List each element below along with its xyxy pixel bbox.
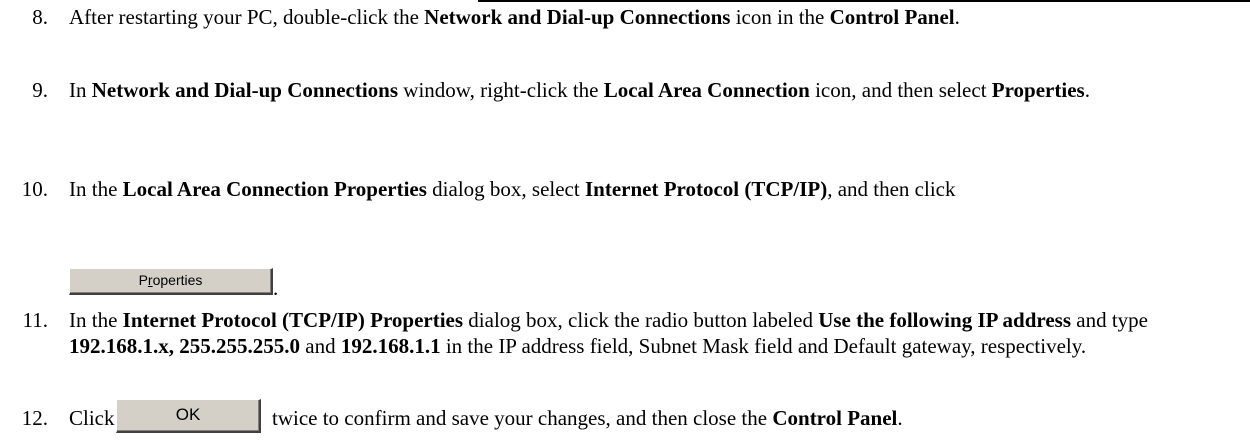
step-number: 9. (32, 78, 48, 102)
step-text: In the Local Area Connection Properties … (69, 177, 956, 201)
step-10-period: . (273, 276, 279, 300)
step-number: 11. (22, 308, 48, 332)
step-number: 8. (32, 5, 48, 29)
step-number: 10. (21, 177, 48, 201)
step-text: twice to confirm and save your changes, … (272, 406, 903, 430)
step-number: 12. (21, 406, 48, 430)
step-text-prefix: Click (69, 406, 115, 430)
step-text: In Network and Dial-up Connections windo… (69, 78, 1090, 102)
step-text: In the Internet Protocol (TCP/IP) Proper… (69, 308, 1148, 358)
properties-button[interactable]: Properties (69, 268, 273, 295)
ok-button[interactable]: OK (116, 399, 261, 433)
step-text: After restarting your PC, double-click t… (69, 5, 960, 29)
top-rule (478, 0, 1250, 2)
